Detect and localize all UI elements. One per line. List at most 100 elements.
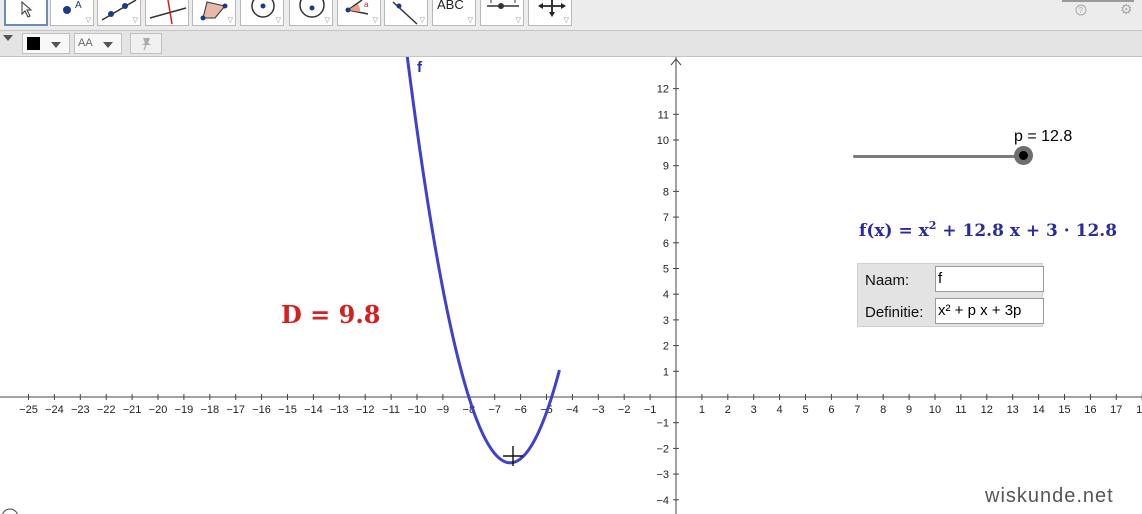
definition-label: Definitie: <box>865 304 924 321</box>
text-icon: ABC <box>437 0 464 12</box>
polygon-tool-button[interactable]: ▽ <box>192 0 236 26</box>
move-graphics-tool-button[interactable]: ▽ <box>528 0 572 26</box>
dropdown-triangle-icon: ▽ <box>563 17 569 24</box>
svg-text:a: a <box>364 0 369 9</box>
circle-three-points-tool-button[interactable]: ▽ <box>289 0 333 26</box>
x-tick-label: −24 <box>45 404 64 416</box>
dropdown-triangle-icon: ▽ <box>132 17 138 24</box>
x-tick-label: −3 <box>592 404 605 416</box>
x-tick-label: 1 <box>699 404 705 416</box>
y-tick-label: −2 <box>656 443 669 455</box>
function-formula[interactable]: f(x) = x2 + 12.8 x + 3 · 12.8 <box>859 219 1117 241</box>
color-button[interactable] <box>22 33 70 54</box>
stylebar-toggle-icon[interactable] <box>3 35 13 41</box>
x-tick-label: −12 <box>356 404 375 416</box>
y-tick-label: 9 <box>663 161 669 173</box>
dropdown-triangle-icon: ▽ <box>85 17 91 24</box>
formula-x: x <box>918 221 929 241</box>
x-tick-label: −11 <box>382 404 400 416</box>
y-tick-label: 6 <box>663 238 669 250</box>
toolbar: A ▽ ▽ ▽ ▽ ▽ a ▽ ▽ ABC ▽ ▽ ▽ ? ⚙ <box>0 0 1142 30</box>
x-tick-label: −14 <box>304 404 323 416</box>
slider-track[interactable] <box>853 155 1023 158</box>
dropdown-triangle-icon: ▽ <box>227 17 233 24</box>
y-tick-label: −4 <box>656 495 669 507</box>
perpendicular-tool-button[interactable] <box>145 0 189 26</box>
text-tool-button[interactable]: ABC ▽ <box>432 0 476 26</box>
x-tick-label: −6 <box>514 404 527 416</box>
cursor-arrow-icon <box>21 0 33 18</box>
y-tick-label: 5 <box>663 264 669 276</box>
function-graph-f[interactable] <box>401 57 561 465</box>
line-tool-button[interactable]: ▽ <box>97 0 141 26</box>
dropdown-triangle-icon: ▽ <box>372 17 378 24</box>
y-tick-label: −1 <box>656 418 669 430</box>
perpendicular-lines-icon <box>149 0 187 25</box>
y-tick-label: 7 <box>663 212 669 224</box>
x-tick-label: −7 <box>488 404 501 416</box>
reflect-tool-button[interactable]: ▽ <box>384 0 428 26</box>
dropdown-triangle-icon: ▽ <box>275 17 281 24</box>
object-properties-box: Naam: f Definitie: x² + p x + 3p <box>857 263 1044 327</box>
corner-partial-circle <box>2 508 18 514</box>
color-swatch <box>27 37 40 50</box>
text-size-button[interactable]: AA <box>74 33 122 54</box>
formula-eq: = <box>898 221 913 241</box>
x-tick-label: −19 <box>175 404 194 416</box>
x-tick-label: 8 <box>880 404 886 416</box>
discriminant-text[interactable]: D = 9.8 <box>281 300 380 329</box>
chevron-down-icon <box>51 42 61 48</box>
move-tool-button[interactable] <box>4 0 48 26</box>
x-tick-label: −20 <box>149 404 168 416</box>
x-tick-label: 10 <box>929 404 941 416</box>
x-tick-label: 18 <box>1136 404 1142 416</box>
x-tick-label: 16 <box>1084 404 1096 416</box>
y-tick-label: −3 <box>656 469 669 481</box>
x-tick-label: 12 <box>981 404 993 416</box>
x-tick-label: 15 <box>1058 404 1070 416</box>
y-tick-label: 12 <box>657 84 669 96</box>
x-tick-label: 4 <box>777 404 783 416</box>
formula-rest: + 12.8 x + 3 · 12.8 <box>942 221 1118 241</box>
slider-label: p = 12.8 <box>1014 128 1073 145</box>
x-tick-label: 5 <box>802 404 808 416</box>
x-tick-label: 3 <box>751 404 757 416</box>
x-tick-label: 2 <box>725 404 731 416</box>
x-tick-label: −2 <box>618 404 631 416</box>
name-label: Naam: <box>865 272 910 289</box>
x-tick-label: −9 <box>437 404 450 416</box>
y-tick-label: 11 <box>658 109 669 121</box>
x-tick-label: −17 <box>226 404 245 416</box>
x-tick-label: 17 <box>1110 404 1122 416</box>
style-bar: AA <box>0 30 1142 57</box>
x-tick-label: 7 <box>854 404 860 416</box>
x-tick-label: −18 <box>200 404 219 416</box>
text-size-icon: AA <box>78 37 93 49</box>
x-tick-label: −23 <box>71 404 90 416</box>
slider-tool-button[interactable]: ▽ <box>480 0 524 26</box>
dropdown-triangle-icon: ▽ <box>467 17 473 24</box>
dropdown-triangle-icon: ▽ <box>515 17 521 24</box>
gear-icon[interactable]: ⚙ <box>1120 2 1133 16</box>
dropdown-triangle-icon: ▽ <box>324 17 330 24</box>
pin-button[interactable] <box>130 33 162 54</box>
circle-tool-button[interactable]: ▽ <box>240 0 284 26</box>
x-tick-label: −25 <box>19 404 38 416</box>
y-tick-label: 1 <box>663 366 669 378</box>
x-tick-label: −10 <box>408 404 427 416</box>
svg-text:?: ? <box>1079 6 1084 15</box>
definition-field[interactable]: x² + p x + 3p <box>935 298 1044 324</box>
help-icon[interactable]: ? <box>1075 4 1087 18</box>
point-tool-button[interactable]: A ▽ <box>50 0 94 26</box>
dropdown-triangle-icon: ▽ <box>419 17 425 24</box>
angle-tool-button[interactable]: a ▽ <box>337 0 381 26</box>
x-tick-label: −13 <box>330 404 349 416</box>
x-tick-label: −1 <box>644 404 657 416</box>
pin-icon <box>142 38 151 51</box>
x-tick-label: −16 <box>252 404 271 416</box>
y-tick-label: 10 <box>657 135 669 147</box>
name-field[interactable]: f <box>935 266 1044 292</box>
slider-handle[interactable] <box>1014 146 1033 165</box>
function-label[interactable]: f <box>417 59 422 76</box>
x-tick-label: 13 <box>1007 404 1019 416</box>
